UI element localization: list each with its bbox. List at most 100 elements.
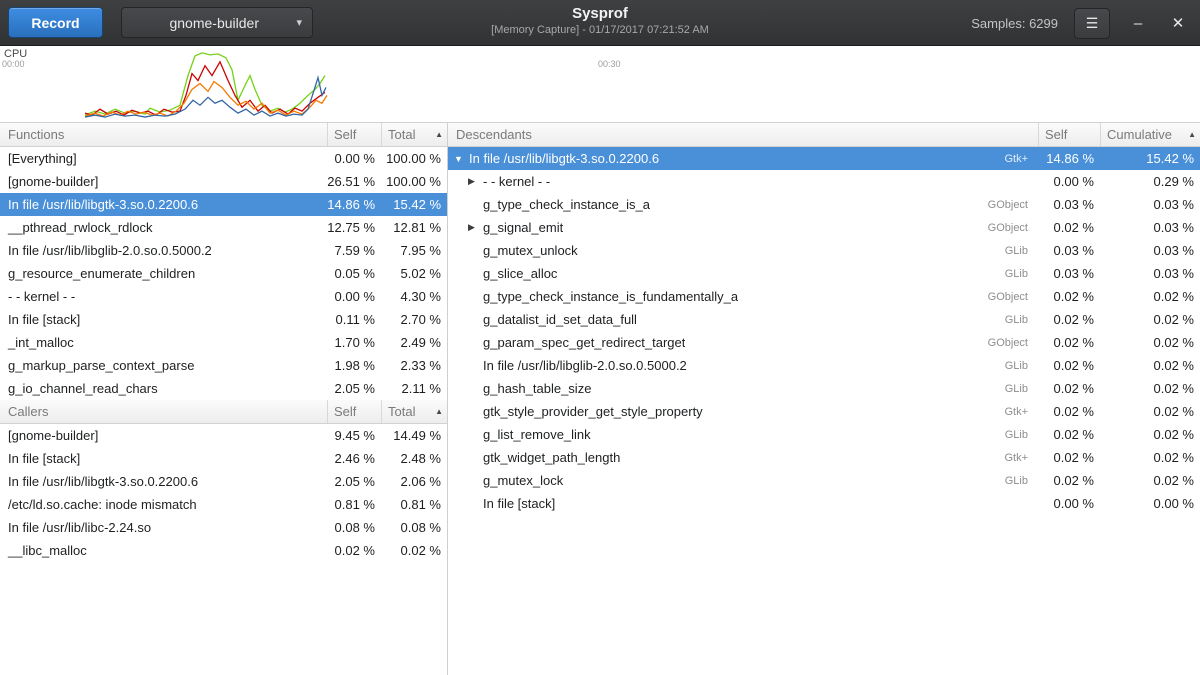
self-percent: 0.02 % bbox=[1038, 381, 1100, 396]
samples-count: Samples: 6299 bbox=[971, 16, 1058, 31]
descendants-column-header[interactable]: Descendants bbox=[448, 123, 1038, 146]
record-button[interactable]: Record bbox=[8, 7, 103, 38]
table-row[interactable]: __libc_malloc 0.02 % 0.02 % bbox=[0, 539, 447, 562]
self-column-header[interactable]: Self bbox=[327, 123, 381, 146]
descendant-name-cell: g_slice_alloc GLib bbox=[448, 266, 1038, 281]
expander-icon[interactable] bbox=[454, 154, 469, 164]
table-row[interactable]: In file [stack] 2.46 % 2.48 % bbox=[0, 447, 447, 470]
self-column-header[interactable]: Self bbox=[1038, 123, 1100, 146]
table-row[interactable]: g_datalist_id_set_data_full GLib 0.02 % … bbox=[448, 308, 1200, 331]
expander-icon[interactable] bbox=[468, 222, 483, 233]
close-button[interactable]: ✕ bbox=[1166, 11, 1190, 35]
cpu-graph[interactable]: CPU 00:00 00:30 bbox=[0, 46, 1200, 123]
total-percent: 2.11 % bbox=[381, 381, 447, 396]
table-row[interactable]: g_hash_table_size GLib 0.02 % 0.02 % bbox=[448, 377, 1200, 400]
total-percent: 100.00 % bbox=[381, 151, 447, 166]
cumulative-percent: 0.03 % bbox=[1100, 220, 1200, 235]
cumulative-percent: 0.02 % bbox=[1100, 381, 1200, 396]
library-tag: GLib bbox=[1005, 383, 1038, 395]
function-name: g_list_remove_link bbox=[483, 427, 591, 442]
time-tick-start: 00:00 bbox=[2, 59, 25, 69]
table-row[interactable]: g_resource_enumerate_children 0.05 % 5.0… bbox=[0, 262, 447, 285]
table-row[interactable]: _int_malloc 1.70 % 2.49 % bbox=[0, 331, 447, 354]
table-row[interactable]: g_mutex_lock GLib 0.02 % 0.02 % bbox=[448, 469, 1200, 492]
table-row[interactable]: gtk_style_provider_get_style_property Gt… bbox=[448, 400, 1200, 423]
time-tick-mid: 00:30 bbox=[598, 59, 621, 69]
table-row[interactable]: - - kernel - - 0.00 % 0.29 % bbox=[448, 170, 1200, 193]
menu-button[interactable]: ☰ bbox=[1074, 8, 1110, 39]
self-percent: 0.02 % bbox=[1038, 335, 1100, 350]
table-row[interactable]: g_param_spec_get_redirect_target GObject… bbox=[448, 331, 1200, 354]
function-name: g_type_check_instance_is_fundamentally_a bbox=[483, 289, 738, 304]
self-percent: 0.02 % bbox=[1038, 289, 1100, 304]
table-row[interactable]: g_list_remove_link GLib 0.02 % 0.02 % bbox=[448, 423, 1200, 446]
function-name: [Everything] bbox=[0, 151, 327, 166]
minimize-button[interactable]: – bbox=[1126, 11, 1150, 35]
table-row[interactable]: g_signal_emit GObject 0.02 % 0.03 % bbox=[448, 216, 1200, 239]
self-percent: 0.03 % bbox=[1038, 266, 1100, 281]
cumulative-percent: 15.42 % bbox=[1100, 151, 1200, 166]
cpu-green-line bbox=[85, 53, 325, 115]
descendant-name-cell: g_signal_emit GObject bbox=[448, 220, 1038, 235]
total-column-header[interactable]: Total ▲ bbox=[381, 400, 447, 423]
table-row[interactable]: In file /usr/lib/libgtk-3.so.0.2200.6 Gt… bbox=[448, 147, 1200, 170]
table-row[interactable]: g_mutex_unlock GLib 0.03 % 0.03 % bbox=[448, 239, 1200, 262]
function-name: [gnome-builder] bbox=[0, 174, 327, 189]
table-row[interactable]: In file /usr/lib/libc-2.24.so 0.08 % 0.0… bbox=[0, 516, 447, 539]
table-row[interactable]: __pthread_rwlock_rdlock 12.75 % 12.81 % bbox=[0, 216, 447, 239]
descendant-name-cell: In file /usr/lib/libgtk-3.so.0.2200.6 Gt… bbox=[448, 151, 1038, 166]
cumulative-percent: 0.29 % bbox=[1100, 174, 1200, 189]
self-percent: 26.51 % bbox=[327, 174, 381, 189]
total-percent: 4.30 % bbox=[381, 289, 447, 304]
self-percent: 14.86 % bbox=[327, 197, 381, 212]
library-tag: GLib bbox=[1005, 475, 1038, 487]
cumulative-column-label: Cumulative bbox=[1107, 127, 1172, 142]
sort-indicator-icon: ▲ bbox=[1188, 130, 1196, 139]
table-row[interactable]: [gnome-builder] 9.45 % 14.49 % bbox=[0, 424, 447, 447]
expander-icon[interactable] bbox=[468, 176, 483, 187]
self-percent: 0.02 % bbox=[1038, 358, 1100, 373]
table-row[interactable]: [gnome-builder] 26.51 % 100.00 % bbox=[0, 170, 447, 193]
table-row[interactable]: g_type_check_instance_is_a GObject 0.03 … bbox=[448, 193, 1200, 216]
table-row[interactable]: - - kernel - - 0.00 % 4.30 % bbox=[0, 285, 447, 308]
table-row[interactable]: g_type_check_instance_is_fundamentally_a… bbox=[448, 285, 1200, 308]
table-row[interactable]: In file /usr/lib/libgtk-3.so.0.2200.6 14… bbox=[0, 193, 447, 216]
library-tag: GLib bbox=[1005, 314, 1038, 326]
descendant-name-cell: g_datalist_id_set_data_full GLib bbox=[448, 312, 1038, 327]
table-row[interactable]: [Everything] 0.00 % 100.00 % bbox=[0, 147, 447, 170]
target-label: gnome-builder bbox=[132, 15, 296, 31]
library-tag: Gtk+ bbox=[1004, 406, 1038, 418]
descendant-name-cell: gtk_style_provider_get_style_property Gt… bbox=[448, 404, 1038, 419]
window-title: Sysprof bbox=[491, 5, 709, 22]
self-percent: 1.98 % bbox=[327, 358, 381, 373]
functions-column-header[interactable]: Functions bbox=[0, 123, 327, 146]
function-name: g_signal_emit bbox=[483, 220, 563, 235]
table-row[interactable]: g_markup_parse_context_parse 1.98 % 2.33… bbox=[0, 354, 447, 377]
self-percent: 0.00 % bbox=[1038, 496, 1100, 511]
table-row[interactable]: /etc/ld.so.cache: inode mismatch 0.81 % … bbox=[0, 493, 447, 516]
callers-column-header[interactable]: Callers bbox=[0, 400, 327, 423]
table-row[interactable]: In file /usr/lib/libgtk-3.so.0.2200.6 2.… bbox=[0, 470, 447, 493]
table-row[interactable]: In file [stack] 0.11 % 2.70 % bbox=[0, 308, 447, 331]
table-row[interactable]: g_io_channel_read_chars 2.05 % 2.11 % bbox=[0, 377, 447, 400]
header-right-group: Samples: 6299 ☰ – ✕ bbox=[971, 0, 1190, 46]
library-tag: GObject bbox=[988, 291, 1038, 303]
library-tag: GLib bbox=[1005, 245, 1038, 257]
table-row[interactable]: In file /usr/lib/libglib-2.0.so.0.5000.2… bbox=[448, 354, 1200, 377]
total-column-header[interactable]: Total ▲ bbox=[381, 123, 447, 146]
descendant-name-cell: g_mutex_unlock GLib bbox=[448, 243, 1038, 258]
total-percent: 2.06 % bbox=[381, 474, 447, 489]
function-name: - - kernel - - bbox=[0, 289, 327, 304]
descendants-table: In file /usr/lib/libgtk-3.so.0.2200.6 Gt… bbox=[448, 147, 1200, 515]
self-percent: 0.05 % bbox=[327, 266, 381, 281]
table-row[interactable]: In file [stack] 0.00 % 0.00 % bbox=[448, 492, 1200, 515]
window-title-group: Sysprof [Memory Capture] - 01/17/2017 07… bbox=[491, 5, 709, 36]
table-row[interactable]: In file /usr/lib/libglib-2.0.so.0.5000.2… bbox=[0, 239, 447, 262]
table-row[interactable]: gtk_widget_path_length Gtk+ 0.02 % 0.02 … bbox=[448, 446, 1200, 469]
self-column-header[interactable]: Self bbox=[327, 400, 381, 423]
cumulative-column-header[interactable]: Cumulative ▲ bbox=[1100, 123, 1200, 146]
target-selector[interactable]: gnome-builder ▾ bbox=[121, 7, 313, 38]
table-row[interactable]: g_slice_alloc GLib 0.03 % 0.03 % bbox=[448, 262, 1200, 285]
descendant-name-cell: g_hash_table_size GLib bbox=[448, 381, 1038, 396]
descendant-name-cell: g_type_check_instance_is_a GObject bbox=[448, 197, 1038, 212]
